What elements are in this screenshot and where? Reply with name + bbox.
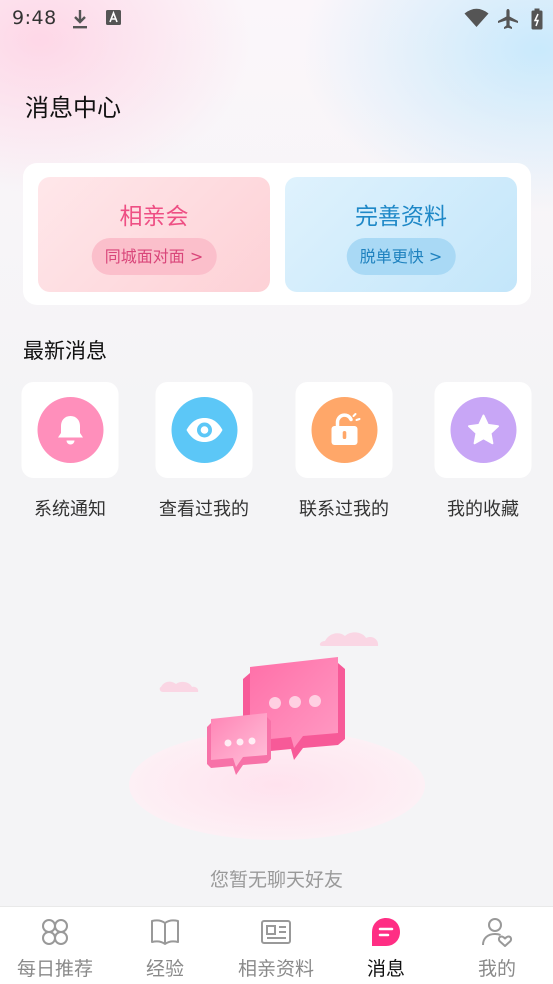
nav-label-daily: 每日推荐 [16,958,93,980]
status-time: 9:48 [12,7,57,29]
contacted-me-label: 联系过我的 [299,499,389,520]
system-notice-label: 系统通知 [34,499,106,520]
matchmaking-event-card[interactable]: 相亲会 同城面对面 > [38,177,270,292]
matchmaking-event-title: 相亲会 [119,204,189,230]
star-icon [450,397,516,463]
unlock-icon [311,397,377,463]
contacted-me-action[interactable]: 联系过我的 [289,382,399,522]
nav-label-mine: 我的 [477,958,516,980]
viewed-me-label: 查看过我的 [159,499,249,520]
message-icon [372,918,400,946]
download-icon [73,10,87,29]
user-heart-icon [482,918,513,947]
eye-icon [171,397,237,463]
bell-icon [37,397,103,463]
page-title: 消息中心 [25,94,121,122]
system-notice-action[interactable]: 系统通知 [15,382,125,522]
status-bar: 9:48 [0,0,553,38]
nav-daily-recommend[interactable]: 每日推荐 [0,907,110,984]
profile-card-icon [261,920,291,944]
airplane-icon [498,9,518,29]
complete-profile-title: 完善资料 [355,204,447,230]
a-badge-icon [106,10,121,25]
nav-dating-profiles[interactable]: 相亲资料 [221,907,331,984]
wifi-icon [464,8,489,27]
my-favorites-label: 我的收藏 [447,499,519,520]
bottom-nav: 每日推荐 经验 相亲资料 消息 我的 [0,906,553,984]
faster-match-button[interactable]: 脱单更快 > [346,238,456,275]
battery-icon [531,8,543,30]
complete-profile-card[interactable]: 完善资料 脱单更快 > [285,177,517,292]
clover-icon [42,919,68,945]
contacted-me-tile[interactable] [295,382,393,478]
nav-messages[interactable]: 消息 [331,907,441,984]
chat-bubbles-illustration [129,632,425,840]
nav-experience[interactable]: 经验 [110,907,220,984]
nav-mine[interactable]: 我的 [442,907,552,984]
nav-label-profiles: 相亲资料 [237,958,314,980]
latest-messages-heading: 最新消息 [23,339,107,363]
system-notice-tile[interactable] [21,382,119,478]
viewed-me-tile[interactable] [155,382,253,478]
my-favorites-tile[interactable] [434,382,532,478]
viewed-me-action[interactable]: 查看过我的 [149,382,259,522]
nav-label-messages: 消息 [366,958,405,980]
promo-card: 相亲会 同城面对面 > 完善资料 脱单更快 > [23,163,531,305]
face-to-face-button[interactable]: 同城面对面 > [91,238,217,275]
book-icon [151,919,179,945]
empty-state-text: 您暂无聊天好友 [209,869,343,891]
nav-label-experience: 经验 [145,958,184,980]
my-favorites-action[interactable]: 我的收藏 [428,382,538,522]
